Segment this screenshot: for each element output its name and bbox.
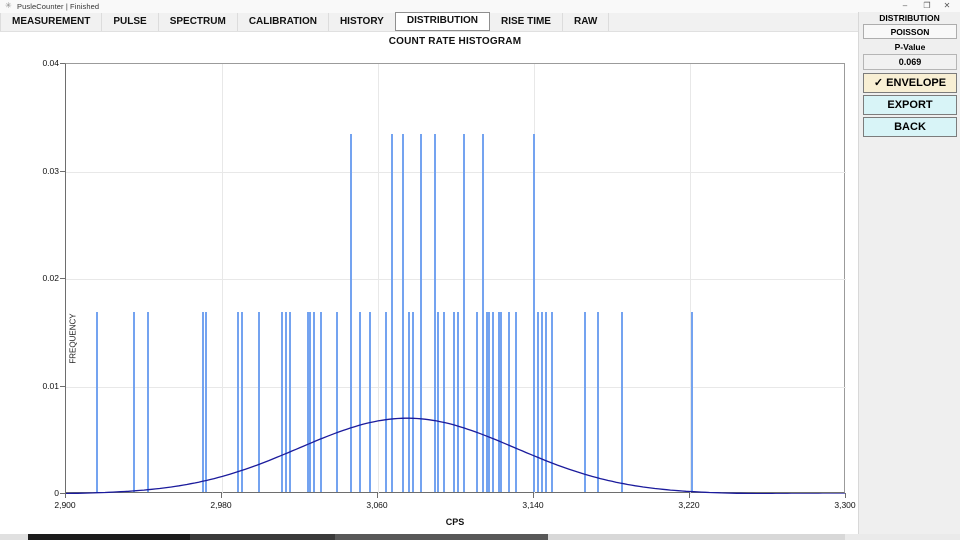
y-tick [60,63,65,64]
side-panel: DISTRIBUTION POISSON P-Value 0.069 ✓ ENV… [858,12,960,540]
back-button[interactable]: BACK [863,117,957,137]
y-tick-label: 0.03 [19,166,59,176]
app-window: ✳ PusleCounter | Finished – ❐ ✕ MEASUREM… [0,0,960,540]
plot-area [65,63,845,493]
x-tick-label: 2,980 [196,500,246,510]
y-tick-label: 0.01 [19,381,59,391]
x-tick [533,493,534,498]
y-tick [60,386,65,387]
y-tick [60,278,65,279]
minimize-button[interactable]: – [894,0,916,12]
poisson-button[interactable]: POISSON [863,24,957,39]
tab-calibration[interactable]: CALIBRATION [238,13,329,31]
x-tick [377,493,378,498]
y-tick-label: 0 [19,488,59,498]
chart-title: COUNT RATE HISTOGRAM [65,36,845,47]
tab-rise-time[interactable]: RISE TIME [490,13,563,31]
p-value-label: P-Value [863,42,957,53]
tab-distribution[interactable]: DISTRIBUTION [395,12,490,31]
taskbar-edge [335,534,548,540]
taskbar-edge [0,534,28,540]
taskbar-edge [190,534,335,540]
x-tick-label: 3,220 [664,500,714,510]
taskbar-edge [28,534,190,540]
y-tick-label: 0.04 [19,58,59,68]
envelope-curve [66,64,846,494]
x-tick-label: 3,060 [352,500,402,510]
tab-history[interactable]: HISTORY [329,13,396,31]
export-button[interactable]: EXPORT [863,95,957,115]
app-icon: ✳ [5,1,12,10]
tab-pulse[interactable]: PULSE [102,13,158,31]
close-button[interactable]: ✕ [936,0,958,12]
x-tick-label: 2,900 [40,500,90,510]
tab-raw[interactable]: RAW [563,13,609,31]
plot-wrap: FREQUENCY 00.010.020.030.042,9002,9803,0… [65,63,845,493]
x-tick [845,493,846,498]
x-tick [65,493,66,498]
maximize-button[interactable]: ❐ [916,0,938,12]
x-tick-label: 3,140 [508,500,558,510]
window-title: PusleCounter | Finished [17,2,99,11]
x-tick [221,493,222,498]
y-axis-title: FREQUENCY [69,301,78,377]
tab-measurement[interactable]: MEASUREMENT [0,13,102,31]
y-tick-label: 0.02 [19,273,59,283]
panel-title: DISTRIBUTION [859,13,960,23]
y-tick [60,171,65,172]
x-tick-label: 3,300 [820,500,870,510]
envelope-toggle-button[interactable]: ✓ ENVELOPE [863,73,957,93]
x-tick [689,493,690,498]
taskbar-edge [548,534,845,540]
p-value-readout: 0.069 [863,54,957,70]
tab-spectrum[interactable]: SPECTRUM [159,13,238,31]
taskbar-edge [845,534,960,540]
tab-bar: MEASUREMENTPULSESPECTRUMCALIBRATIONHISTO… [0,13,858,32]
x-axis-title: CPS [65,517,845,527]
